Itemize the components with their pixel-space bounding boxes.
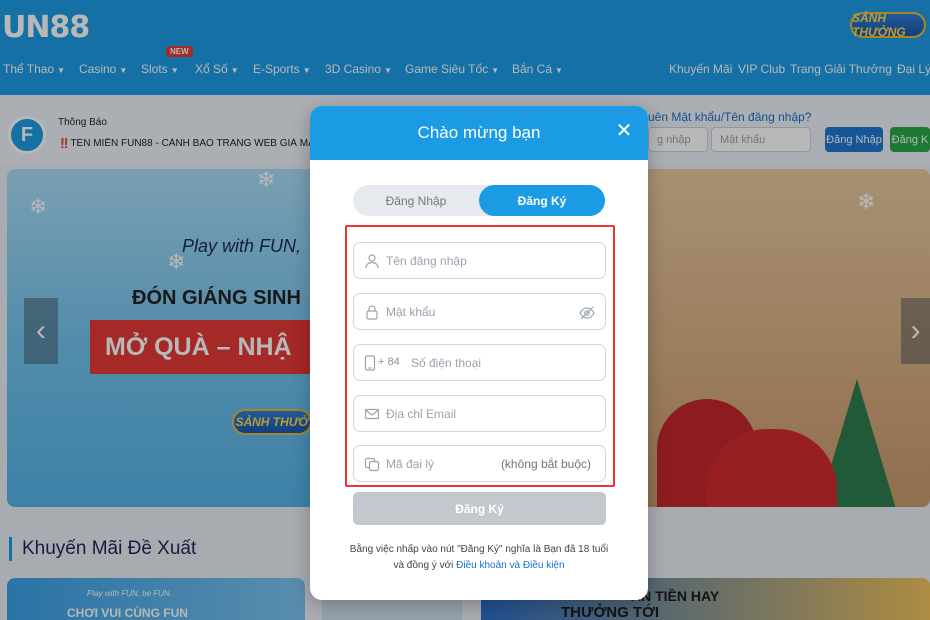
modal-header: Chào mừng bạn ✕ <box>310 106 648 160</box>
optional-note: (không bắt buộc) <box>500 457 591 471</box>
username-field[interactable]: Tên đăng nhập <box>353 242 606 279</box>
agent-code-field[interactable]: Mã đại lý (không bắt buộc) <box>353 445 606 482</box>
password-field[interactable]: Mật khẩu <box>353 293 606 330</box>
username-placeholder: Tên đăng nhập <box>386 254 467 268</box>
agent-icon <box>364 457 380 472</box>
register-modal: Chào mừng bạn ✕ Đăng Nhập Đăng Ký Tên đă… <box>310 106 648 600</box>
terms-link[interactable]: Điều khoản và Điều kiện <box>456 560 564 571</box>
register-submit-button[interactable]: Đăng Ký <box>353 492 606 525</box>
phone-field[interactable]: + 84 Số điện thoại <box>353 344 606 381</box>
mail-icon <box>364 408 380 420</box>
close-icon[interactable]: ✕ <box>613 120 635 142</box>
terms-notice: Bằng việc nhấp vào nút "Đăng Ký" nghĩa l… <box>349 544 609 555</box>
tab-register[interactable]: Đăng Ký <box>479 185 605 216</box>
eye-off-icon[interactable] <box>579 305 595 321</box>
password-placeholder: Mật khẩu <box>386 305 436 319</box>
email-field[interactable]: Địa chỉ Email <box>353 395 606 432</box>
phone-country-code[interactable]: + 84 <box>378 356 400 368</box>
lock-icon <box>366 305 378 320</box>
user-icon <box>365 254 379 269</box>
terms-notice-line2: và đồng ý với Điều khoản và Điều kiện <box>310 560 648 571</box>
tab-login[interactable]: Đăng Nhập <box>353 185 479 216</box>
agent-code-placeholder: Mã đại lý <box>386 457 435 471</box>
phone-placeholder: Số điện thoại <box>411 356 482 370</box>
email-placeholder: Địa chỉ Email <box>386 407 457 421</box>
phone-icon <box>364 355 376 371</box>
terms-prefix: và đồng ý với <box>393 560 454 571</box>
auth-tabs: Đăng Nhập Đăng Ký <box>353 185 605 216</box>
modal-title: Chào mừng bạn <box>417 123 541 142</box>
